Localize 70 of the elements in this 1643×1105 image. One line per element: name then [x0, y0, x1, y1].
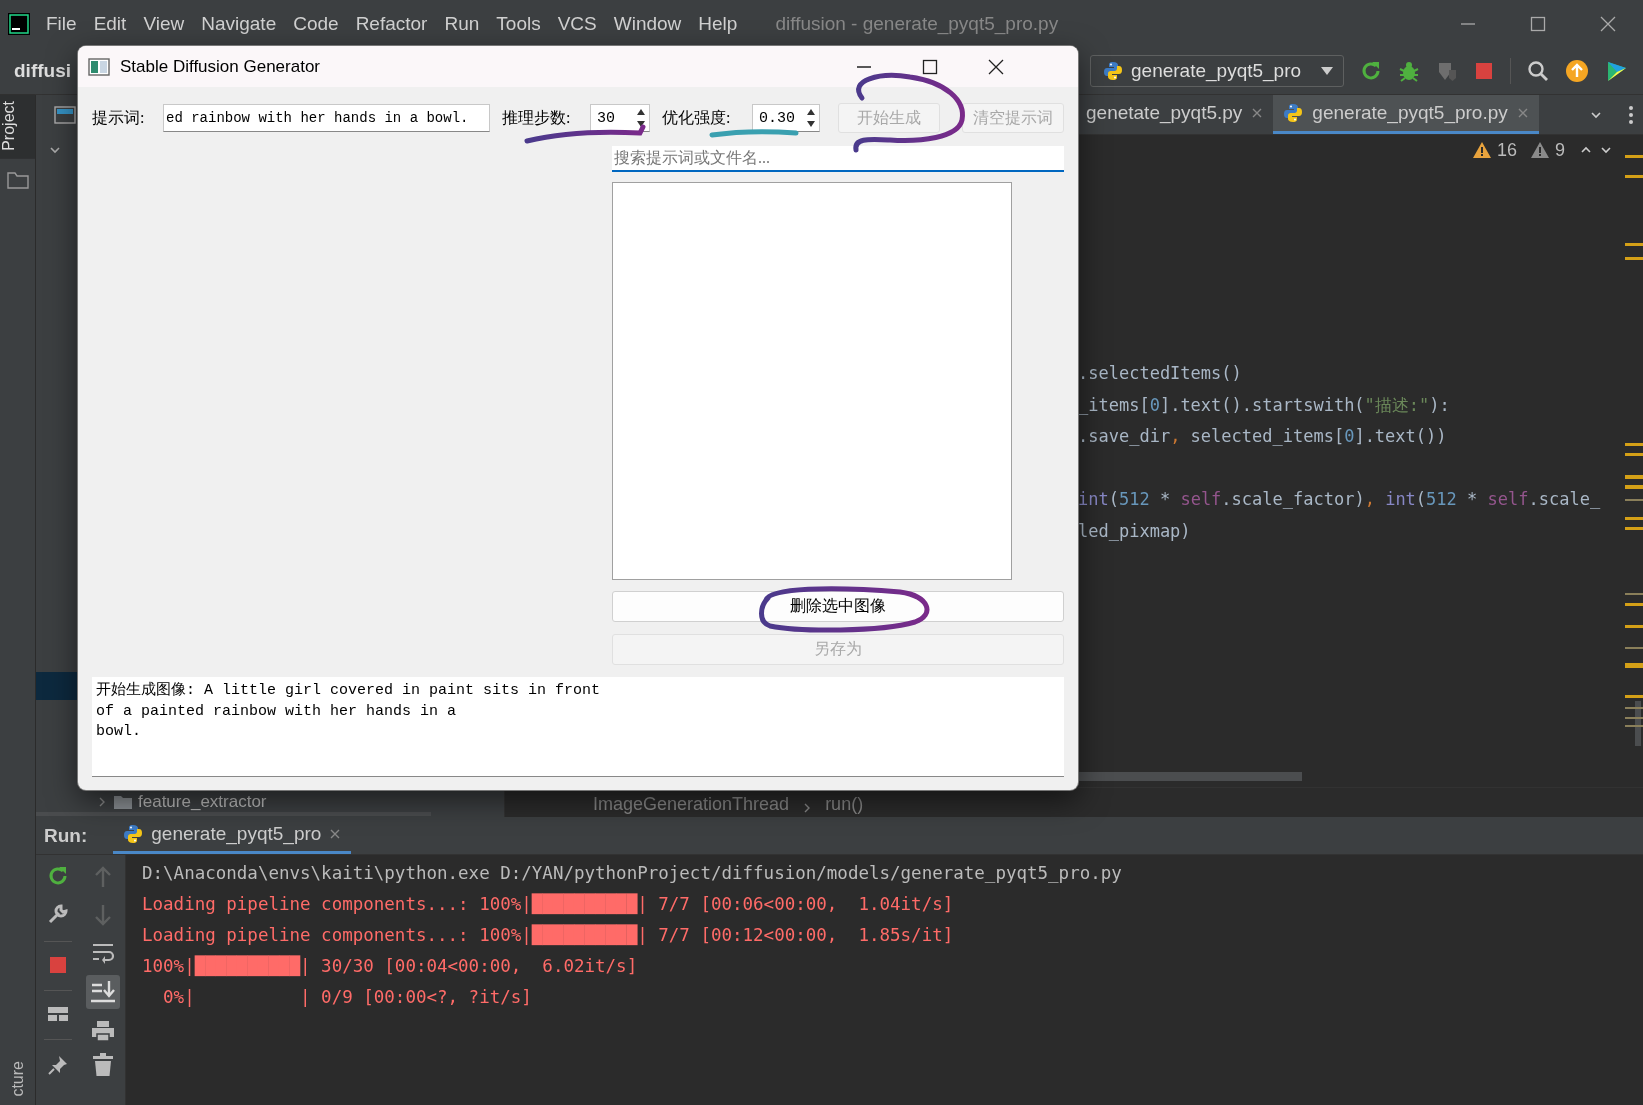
- layout-icon[interactable]: [48, 1005, 68, 1023]
- python-file-icon: [1103, 61, 1123, 81]
- menu-item[interactable]: Help: [698, 13, 738, 35]
- maximize-icon[interactable]: [922, 58, 938, 75]
- bug-icon[interactable]: [1398, 60, 1420, 82]
- code-line: .save_dir, selected_items[0].text()): [1078, 425, 1448, 448]
- code-line: .selectedItems(): [1078, 362, 1243, 385]
- pin-icon[interactable]: [47, 1054, 69, 1076]
- console-text: Loading pipeline components...: 100%|██████████| 7/7 [00:06<00:00, 1.04it/s]: [142, 892, 954, 917]
- trash-icon[interactable]: [92, 1053, 113, 1077]
- menu-item[interactable]: VCS: [557, 13, 597, 35]
- folder-icon: [114, 795, 132, 809]
- menu-item[interactable]: Run: [444, 13, 480, 35]
- log-output: 开始生成图像: A little girl covered in paint sits in front of a painted rainbow with her hands in a bowl.: [92, 677, 1064, 777]
- rerun-icon[interactable]: [47, 865, 69, 887]
- dialog-button[interactable]: 删除选中图像: [612, 591, 1064, 622]
- field-label: 推理步数:: [502, 107, 572, 128]
- menu-item[interactable]: Window: [613, 13, 682, 35]
- code-line: led_pixmap): [1078, 519, 1192, 543]
- scroll-to-end-icon[interactable]: [85, 975, 120, 1009]
- menu-item[interactable]: Navigate: [201, 13, 277, 35]
- print-icon[interactable]: [90, 1019, 115, 1043]
- more-icon[interactable]: [1629, 105, 1633, 124]
- stop-icon[interactable]: [1474, 61, 1494, 81]
- tool-window-tab[interactable]: cture: [4, 1061, 31, 1105]
- warning-count: 16: [1496, 139, 1517, 161]
- tree-item[interactable]: feature_extractor: [138, 792, 267, 812]
- python-file-icon: [123, 824, 144, 844]
- steps-spinbox[interactable]: 30: [590, 104, 650, 132]
- field-label: 优化强度:: [662, 107, 732, 128]
- window-title: diffusion - generate_pyqt5_pro.py: [775, 13, 1059, 35]
- menu-item[interactable]: Tools: [496, 13, 541, 35]
- tool-window-tab[interactable]: Project: [0, 95, 35, 159]
- strength-spinbox[interactable]: 0.30: [752, 104, 820, 132]
- search-icon[interactable]: [1527, 60, 1549, 82]
- close-icon[interactable]: [988, 58, 1004, 75]
- panel-label: Run:: [44, 823, 88, 848]
- rerun-icon[interactable]: [1360, 60, 1382, 82]
- app-logo-icon: [8, 13, 30, 35]
- window-icon: [88, 57, 110, 76]
- field-label: 提示词:: [92, 107, 146, 128]
- editor-tab[interactable]: genetate_pyqt5.py: [1080, 95, 1274, 134]
- menu-item[interactable]: File: [46, 13, 77, 35]
- search-field[interactable]: 搜索提示词或文件名...: [612, 146, 1064, 172]
- console-text: Loading pipeline components...: 100%|██████████| 7/7 [00:12<00:00, 1.85s/it]: [142, 923, 954, 948]
- menu-item[interactable]: Edit: [93, 13, 127, 35]
- editor-tab[interactable]: generate_pyqt5_pro.py: [1273, 95, 1539, 134]
- console-text: 0%| | 0/9 [00:00<?, ?it/s]: [162, 986, 532, 1009]
- spin-arrows-icon[interactable]: [806, 107, 816, 129]
- python-file-icon: [1283, 103, 1304, 123]
- window-title: Stable Diffusion Generator: [120, 56, 321, 77]
- warning-count: 9: [1555, 139, 1565, 161]
- console-text: D:\Anaconda\envs\kaiti\python.exe D:/YAN/pythonProject/diffusion/models/generate_pyqt5_pro.py: [142, 862, 1122, 885]
- project-name: diffusi: [14, 60, 71, 82]
- run-config-dropdown[interactable]: generate_pyqt5_pro: [1090, 55, 1344, 87]
- update-icon[interactable]: [1565, 59, 1589, 83]
- stop-icon[interactable]: [49, 956, 67, 974]
- panel-icon[interactable]: [54, 106, 76, 124]
- wrench-icon[interactable]: [47, 903, 69, 925]
- menu-item[interactable]: View: [143, 13, 185, 35]
- warning-icon: [1531, 142, 1549, 158]
- prompt-field[interactable]: ed rainbow with her hands in a bowl.: [163, 104, 490, 132]
- spin-arrows-icon[interactable]: [636, 107, 646, 129]
- code-line: _items[0].text().startswith("描述:"):: [1078, 393, 1451, 417]
- menu-item[interactable]: Code: [293, 13, 339, 35]
- warning-icon: [1472, 142, 1491, 158]
- code-line: int(512 * self.scale_factor), int(512 * self.scale_: [1078, 488, 1602, 511]
- caret-icon: [1321, 67, 1333, 75]
- menu-item[interactable]: Refactor: [355, 13, 428, 35]
- console-text: 100%|██████████| 30/30 [00:04<00:00, 6.02it/s]: [142, 954, 638, 979]
